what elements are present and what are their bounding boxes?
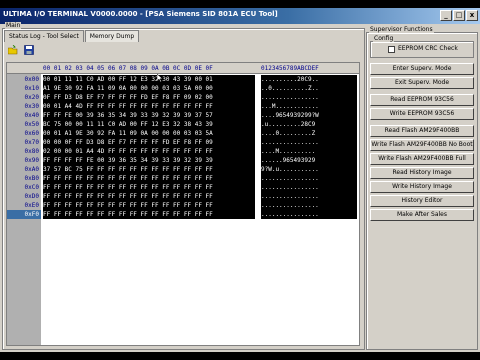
address-label[interactable]: 0x40: [7, 111, 39, 120]
ascii-row[interactable]: ................: [261, 183, 357, 192]
hex-row[interactable]: FF FF FE 00 39 36 35 34 39 33 39 32 39 3…: [43, 111, 255, 120]
hex-row[interactable]: 37 57 BC 75 FF FF FF FF FF FF FF FF FF F…: [43, 165, 255, 174]
address-label[interactable]: 0x00: [7, 75, 39, 84]
address-label[interactable]: 0xB0: [7, 174, 39, 183]
hex-row[interactable]: FF FF FF FF FF FF FF FF FF FF FF FF FF F…: [43, 201, 255, 210]
history-editor-button[interactable]: History Editor: [370, 195, 474, 207]
hex-row[interactable]: 00 01 11 11 C0 AD 00 FF 12 E3 32 30 43 3…: [43, 75, 255, 84]
write-history-button[interactable]: Write History Image: [370, 181, 474, 193]
ascii-row[interactable]: ................: [261, 192, 357, 201]
write-flash-full-button[interactable]: Write Flash AM29F400BB Full: [370, 153, 474, 165]
tab-status-log[interactable]: Status Log - Tool Select: [4, 30, 84, 42]
tab-strip: Status Log - Tool Select Memory Dump: [4, 30, 140, 42]
ascii-row[interactable]: ..........20C9..: [261, 75, 357, 84]
address-label[interactable]: 0x60: [7, 129, 39, 138]
address-label[interactable]: 0x30: [7, 102, 39, 111]
ascii-row[interactable]: ......965493929: [261, 156, 357, 165]
tab-memory-dump[interactable]: Memory Dump: [84, 30, 140, 42]
ascii-column-header: 0123456789ABCDEF: [261, 65, 319, 72]
hex-row[interactable]: FF FF FF FF FF FF FF FF FF FF FF FF FF F…: [43, 183, 255, 192]
window-title: ULTIMA I/O TERMINAL V0000.0000 - [PSA Si…: [3, 10, 278, 18]
hex-header-bar: 00 01 02 03 04 05 06 07 08 09 0A 0B 0C 0…: [7, 63, 359, 74]
address-label[interactable]: 0x90: [7, 156, 39, 165]
ascii-row[interactable]: ....M..........: [261, 147, 357, 156]
address-label[interactable]: 0xA0: [7, 165, 39, 174]
address-label[interactable]: 0xC0: [7, 183, 39, 192]
eeprom-crc-checkbox[interactable]: [388, 46, 395, 53]
ascii-row[interactable]: ................: [261, 93, 357, 102]
hex-row[interactable]: BC 75 00 00 11 11 C0 AD 00 FF 12 E3 32 3…: [43, 120, 255, 129]
read-flash-button[interactable]: Read Flash AM29F400BB: [370, 125, 474, 137]
ascii-row[interactable]: ................: [261, 174, 357, 183]
minimize-button[interactable]: _: [440, 10, 452, 21]
supervisor-group-label: Supervisor Functions: [369, 26, 434, 33]
toolbar: [8, 45, 34, 55]
ascii-row[interactable]: 9?W.u...........: [261, 165, 357, 174]
ascii-row[interactable]: ...M............: [261, 102, 357, 111]
read-eeprom-button[interactable]: Read EEPROM 93C56: [370, 94, 474, 106]
hex-row[interactable]: 02 00 00 01 A4 4D FF FF FF FF FF FF FF F…: [43, 147, 255, 156]
hex-row[interactable]: FF FF FF FF FF FF FF FF FF FF FF FF FF F…: [43, 174, 255, 183]
hex-row[interactable]: A1 9E 30 92 FA 11 09 0A 00 00 00 03 03 5…: [43, 84, 255, 93]
ascii-row[interactable]: ....9654939299?W: [261, 111, 357, 120]
write-eeprom-button[interactable]: Write EEPROM 93C56: [370, 108, 474, 120]
ascii-row[interactable]: ................: [261, 201, 357, 210]
floppy-disk-icon[interactable]: [24, 45, 34, 55]
address-label[interactable]: 0xD0: [7, 192, 39, 201]
hex-row[interactable]: 0F FF D3 D8 EF F7 FF FF FF FD EF F8 FF 0…: [43, 93, 255, 102]
config-group-label: Config: [373, 35, 395, 42]
hex-row[interactable]: 00 01 A4 4D FF FF FF FF FF FF FF FF FF F…: [43, 102, 255, 111]
hex-row[interactable]: 00 00 0F FF D3 D8 EF F7 FF FF FF FD EF F…: [43, 138, 255, 147]
write-flash-noboot-button[interactable]: Write Flash AM29F400BB No Boot: [370, 139, 474, 151]
ascii-row[interactable]: ................: [261, 138, 357, 147]
address-label[interactable]: 0xF0: [7, 210, 41, 219]
ascii-row[interactable]: ..0..........Z..: [261, 84, 357, 93]
ascii-row[interactable]: ....0.........Z: [261, 129, 357, 138]
hex-row[interactable]: 00 01 A1 9E 30 92 FA 11 09 0A 00 00 00 0…: [43, 129, 255, 138]
address-label[interactable]: 0x10: [7, 84, 39, 93]
close-button[interactable]: x: [466, 10, 478, 21]
address-label[interactable]: 0x70: [7, 138, 39, 147]
mouse-cursor-icon: [157, 74, 163, 82]
read-history-button[interactable]: Read History Image: [370, 167, 474, 179]
address-label[interactable]: 0xE0: [7, 201, 39, 210]
hex-row[interactable]: FF FF FF FF FE 00 39 36 35 34 39 33 39 3…: [43, 156, 255, 165]
make-after-sales-button[interactable]: Make After Sales: [370, 209, 474, 221]
exit-superv-button[interactable]: Exit Superv. Mode: [370, 77, 474, 89]
hex-row[interactable]: FF FF FF FF FF FF FF FF FF FF FF FF FF F…: [43, 192, 255, 201]
title-bar[interactable]: ULTIMA I/O TERMINAL V0000.0000 - [PSA Si…: [0, 8, 480, 24]
address-label[interactable]: 0x50: [7, 120, 39, 129]
ascii-row[interactable]: ................: [261, 210, 357, 219]
address-label[interactable]: 0x20: [7, 93, 39, 102]
hex-dump-view[interactable]: 00 01 02 03 04 05 06 07 08 09 0A 0B 0C 0…: [6, 62, 360, 346]
address-label[interactable]: 0x80: [7, 147, 39, 156]
maximize-button[interactable]: □: [453, 10, 465, 21]
hex-column-header: 00 01 02 03 04 05 06 07 08 09 0A 0B 0C 0…: [43, 65, 213, 72]
eeprom-crc-label: EEPROM CRC Check: [398, 45, 458, 52]
ascii-row[interactable]: .u.........28C9: [261, 120, 357, 129]
main-window: ULTIMA I/O TERMINAL V0000.0000 - [PSA Si…: [0, 8, 480, 352]
hex-row[interactable]: FF FF FF FF FF FF FF FF FF FF FF FF FF F…: [43, 210, 255, 219]
enter-superv-button[interactable]: Enter Superv. Mode: [370, 63, 474, 75]
open-folder-icon[interactable]: [8, 45, 18, 55]
main-group-label: Main: [5, 22, 22, 29]
